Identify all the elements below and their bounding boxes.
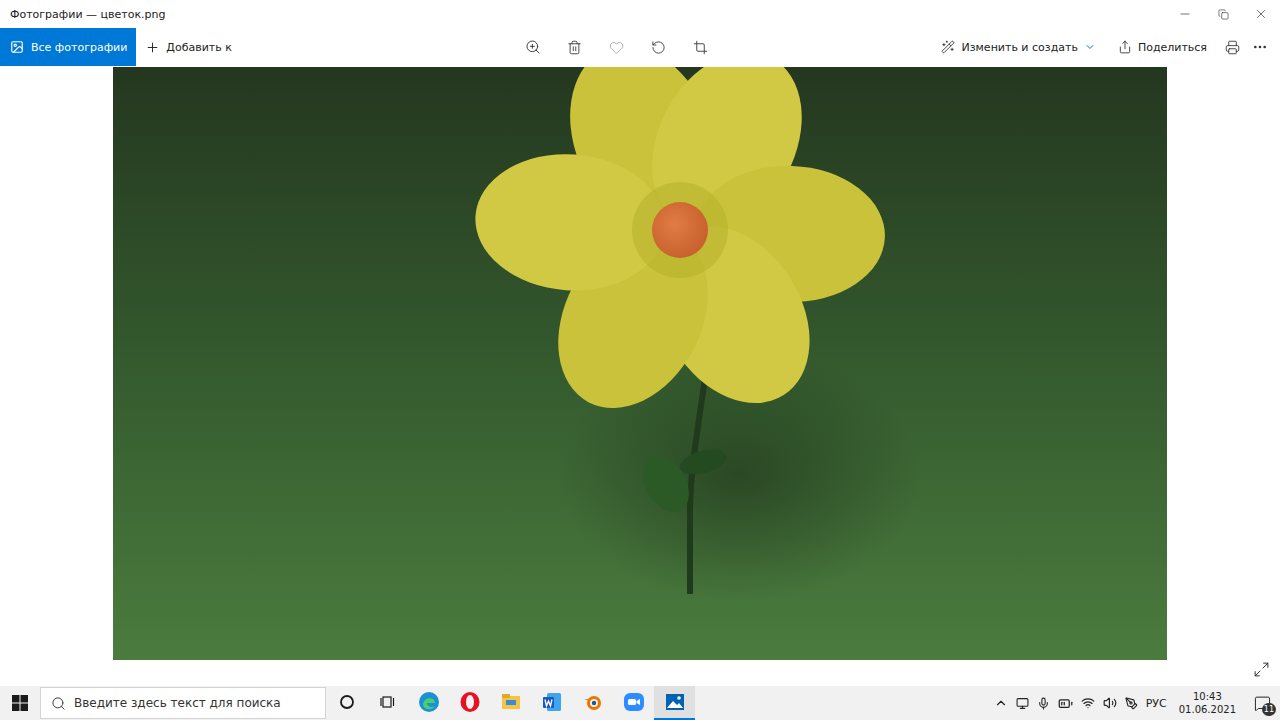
taskbar-apps [326,686,994,720]
close-icon [1254,7,1268,21]
minimize-button[interactable] [1166,0,1204,28]
cortana-icon [339,694,355,710]
more-icon [1252,39,1268,55]
word-icon [541,691,563,713]
print-button[interactable] [1220,32,1244,62]
title-bar: Фотографии — цветок.png [0,0,1280,28]
clock[interactable]: 10:4301.06.2021 [1175,690,1240,716]
view-tools [241,32,933,62]
display-icon[interactable] [1016,697,1029,710]
date: 01.06.2021 [1179,703,1236,716]
microphone-icon[interactable] [1037,697,1050,710]
crop-button[interactable] [689,32,713,62]
edge-icon [418,691,440,713]
rotate-button[interactable] [647,32,671,62]
taskbar-app[interactable] [490,686,531,720]
start-button[interactable] [0,686,40,720]
file-explorer-icon [500,691,522,713]
notification-count: 11 [1262,703,1276,716]
taskbar-app[interactable] [654,686,695,720]
zoom-button[interactable] [521,32,545,62]
trash-icon [567,40,582,55]
photo-viewer [0,66,1280,686]
time: 10:43 [1193,690,1222,703]
printer-icon [1225,40,1240,55]
cortana-button[interactable] [326,686,367,720]
taskbar-app[interactable] [408,686,449,720]
search-icon [51,696,66,711]
volume-icon[interactable] [1103,696,1117,710]
edit-icon [941,40,955,54]
task-view-button[interactable] [367,686,408,720]
taskbar-app[interactable] [613,686,654,720]
taskbar-app[interactable] [572,686,613,720]
toolbar: Все фотографииДобавить к Изменить и созда… [0,28,1280,66]
taskbar-app[interactable] [531,686,572,720]
photos-app-icon [664,691,686,713]
delete-button[interactable] [563,32,587,62]
add-to-button[interactable]: Добавить к [136,28,241,66]
wifi-icon[interactable] [1081,696,1095,710]
toolbar-actions: Изменить и создатьПоделиться [932,28,1280,66]
photos-icon [10,40,24,54]
rotate-icon [651,40,666,55]
system-tray: РУС 10:4301.06.2021 11 [994,689,1280,717]
show-hidden-icon[interactable] [994,696,1008,710]
restore-icon [1218,9,1229,20]
zoom-in-icon [525,39,541,55]
crop-icon [693,40,708,55]
all-photos-button[interactable]: Все фотографии [0,28,136,66]
minimize-icon [1178,7,1192,21]
window-title: Фотографии — цветок.png [10,8,1166,21]
plus-icon [145,40,160,55]
share-button[interactable]: Поделиться [1109,28,1216,66]
taskbar: Введите здесь текст для поиска РУС 10:4301… [0,686,1280,720]
restore-button[interactable] [1204,0,1242,28]
more-button[interactable] [1248,32,1272,62]
zoom-icon [623,691,645,713]
heart-icon [609,40,624,55]
blender-icon [582,691,604,713]
photo [113,67,1167,660]
chevron-down-icon [1084,41,1096,53]
expand-icon [1253,661,1270,678]
action-center-button[interactable]: 11 [1248,689,1276,717]
flower-photo [113,67,1167,660]
edit-create-button[interactable]: Изменить и создать [932,28,1104,66]
taskbar-app[interactable] [449,686,490,720]
favorite-button[interactable] [605,32,629,62]
input-language[interactable]: РУС [1146,697,1167,710]
windows-logo-icon[interactable] [12,695,28,711]
pen-icon[interactable] [1125,697,1138,710]
fullscreen-button[interactable] [1253,661,1270,678]
taskbar-search[interactable]: Введите здесь текст для поиска [40,687,326,719]
task-view-icon [380,694,396,710]
battery-icon[interactable] [1058,696,1073,711]
share-icon [1118,40,1132,54]
close-button[interactable] [1242,0,1280,28]
photos-window: Фотографии — цветок.png Все фотографииДоб… [0,0,1280,720]
opera-icon [459,691,481,713]
